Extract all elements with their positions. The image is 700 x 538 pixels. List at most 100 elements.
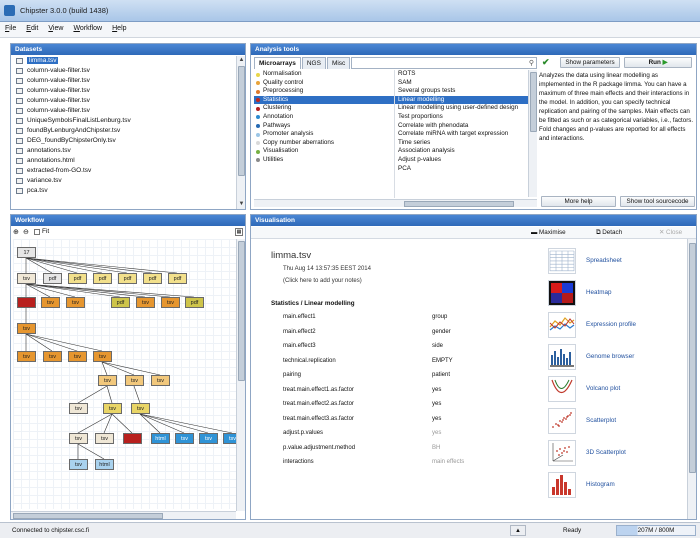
tools-scroll-thumb[interactable] <box>530 72 537 132</box>
workflow-node[interactable]: tsv <box>98 375 117 386</box>
workflow-node[interactable]: tsv <box>69 433 88 444</box>
workflow-node[interactable]: tsv <box>17 273 36 284</box>
workflow-node[interactable]: pdf <box>43 273 62 284</box>
dataset-item[interactable]: DEG_foundByChipsterOnly.tsv <box>11 136 235 146</box>
workflow-node[interactable]: tsv <box>223 433 237 444</box>
workflow-node[interactable]: tsv <box>69 403 88 414</box>
dataset-item[interactable]: pca.tsv <box>11 186 235 196</box>
workflow-node[interactable]: tsv <box>199 433 218 444</box>
menu-help[interactable]: Help <box>107 22 131 32</box>
tools-hscroll-thumb[interactable] <box>404 201 514 207</box>
visualisation-method-item[interactable]: Scatterplot <box>548 408 698 438</box>
close-button[interactable]: ✕ Close <box>659 229 682 236</box>
category-item[interactable]: Annotation <box>254 113 394 122</box>
workflow-vscroll-thumb[interactable] <box>238 241 245 381</box>
tool-item[interactable]: Several groups tests <box>395 87 528 96</box>
dataset-item[interactable]: column-value-filter.tsv <box>11 96 235 106</box>
workflow-node[interactable]: tsv <box>131 403 150 414</box>
zoom-out-icon[interactable]: ⊖ <box>23 228 29 236</box>
category-item[interactable]: Utilities <box>254 156 394 165</box>
workflow-node[interactable]: tsv <box>93 351 112 362</box>
menu-workflow[interactable]: Workflow <box>68 22 107 32</box>
tab-ngs[interactable]: NGS <box>301 57 326 69</box>
tab-microarrays[interactable]: Microarrays <box>254 57 301 69</box>
workflow-node[interactable]: pdf <box>143 273 162 284</box>
tool-item[interactable]: Time series <box>395 139 528 148</box>
dataset-item[interactable]: column-value-filter.tsv <box>11 86 235 96</box>
dataset-item[interactable]: variance.tsv <box>11 176 235 186</box>
workflow-node[interactable]: pdf <box>68 273 87 284</box>
visualisation-method-item[interactable]: 3D Scatterplot <box>548 440 698 470</box>
dataset-item[interactable]: annotations.tsv <box>11 146 235 156</box>
workflow-node[interactable]: tsv <box>41 297 60 308</box>
workflow-node[interactable]: 17 <box>17 247 36 258</box>
tool-item[interactable]: Test proportions <box>395 113 528 122</box>
tools-scrollbar[interactable] <box>528 70 537 197</box>
category-item[interactable]: Preprocessing <box>254 87 394 96</box>
workflow-node[interactable]: tsv <box>103 403 122 414</box>
workflow-options-icon[interactable]: ▦ <box>235 228 243 236</box>
dataset-item[interactable]: UniqueSymbolsFinalListLenburg.tsv <box>11 116 235 126</box>
scroll-up-icon[interactable]: ▲ <box>237 56 246 65</box>
visualisation-method-item[interactable]: Expression profile <box>548 312 698 342</box>
fit-checkbox[interactable] <box>34 229 40 235</box>
tool-item[interactable]: Correlate with phenodata <box>395 122 528 131</box>
menu-view[interactable]: View <box>43 22 68 32</box>
tool-item[interactable]: SAM <box>395 79 528 88</box>
category-item[interactable]: Promoter analysis <box>254 130 394 139</box>
dataset-item[interactable]: foundByLenburgAndChipster.tsv <box>11 126 235 136</box>
category-item[interactable]: Copy number aberrations <box>254 139 394 148</box>
workflow-node[interactable]: html <box>151 433 170 444</box>
dataset-item[interactable]: column-value-filter.tsv <box>11 76 235 86</box>
visualisation-scroll-thumb[interactable] <box>689 243 696 473</box>
dataset-item[interactable]: column-value-filter.tsv <box>11 106 235 116</box>
tab-misc[interactable]: Misc <box>326 57 351 69</box>
workflow-hscrollbar[interactable] <box>11 511 236 519</box>
workflow-node[interactable]: pdf <box>168 273 187 284</box>
tool-item[interactable]: ROTS <box>395 70 528 79</box>
workflow-node[interactable]: pdf <box>93 273 112 284</box>
workflow-node[interactable] <box>123 433 142 444</box>
category-item[interactable]: Pathways <box>254 122 394 131</box>
visualisation-method-item[interactable]: Genome browser <box>548 344 698 374</box>
visualisation-method-item[interactable]: Histogram <box>548 472 698 502</box>
status-expand-icon[interactable]: ▲ <box>510 525 526 536</box>
tool-item[interactable]: Linear modelling <box>395 95 528 105</box>
menu-edit[interactable]: Edit <box>21 22 43 32</box>
workflow-node[interactable]: tsv <box>175 433 194 444</box>
workflow-node[interactable]: tsv <box>68 351 87 362</box>
maximise-button[interactable]: ▬ Maximise <box>531 229 566 236</box>
workflow-node[interactable]: html <box>95 459 114 470</box>
datasets-scrollbar[interactable]: ▲ ▼ <box>236 56 245 209</box>
category-item[interactable]: Quality control <box>254 79 394 88</box>
menu-file[interactable]: File <box>0 22 21 32</box>
show-parameters-button[interactable]: Show parameters <box>560 57 620 68</box>
workflow-node[interactable]: tsv <box>125 375 144 386</box>
workflow-node[interactable]: tsv <box>69 459 88 470</box>
workflow-node[interactable]: tsv <box>95 433 114 444</box>
workflow-node[interactable]: pdf <box>111 297 130 308</box>
workflow-node[interactable]: tsv <box>43 351 62 362</box>
dataset-item[interactable]: column-value-filter.tsv <box>11 66 235 76</box>
workflow-canvas[interactable]: 17 tsv pdf pdf pdf pdf pdf pdf tsv tsv tsv tsv pdf pd… <box>13 239 237 509</box>
dataset-item[interactable]: limma.tsv <box>11 56 235 66</box>
category-item[interactable]: Statistics <box>254 95 394 105</box>
workflow-node[interactable]: tsv <box>66 297 85 308</box>
workflow-node[interactable]: tsv <box>151 375 170 386</box>
visualisation-method-item[interactable]: Heatmap <box>548 280 698 310</box>
tool-item[interactable]: Linear modelling using user-defined desi… <box>395 104 528 113</box>
run-button[interactable]: Run ▶ <box>624 57 692 68</box>
category-item[interactable]: Normalisation <box>254 70 394 79</box>
show-tool-sourcecode-button[interactable]: Show tool sourcecode <box>620 196 695 207</box>
dataset-item[interactable]: extracted-from-GO.tsv <box>11 166 235 176</box>
workflow-node[interactable]: pdf <box>118 273 137 284</box>
tool-item[interactable]: Correlate miRNA with target expression <box>395 130 528 139</box>
workflow-node[interactable] <box>17 297 36 308</box>
category-item[interactable]: Visualisation <box>254 147 394 156</box>
workflow-node[interactable]: tsv <box>17 323 36 334</box>
notes-field[interactable]: (Click here to add your notes) <box>283 278 362 284</box>
tool-search-field[interactable]: ⚲ <box>351 57 537 69</box>
scroll-down-icon[interactable]: ▼ <box>237 200 246 209</box>
dataset-item[interactable]: annotations.html <box>11 156 235 166</box>
tool-item[interactable]: PCA <box>395 165 528 174</box>
